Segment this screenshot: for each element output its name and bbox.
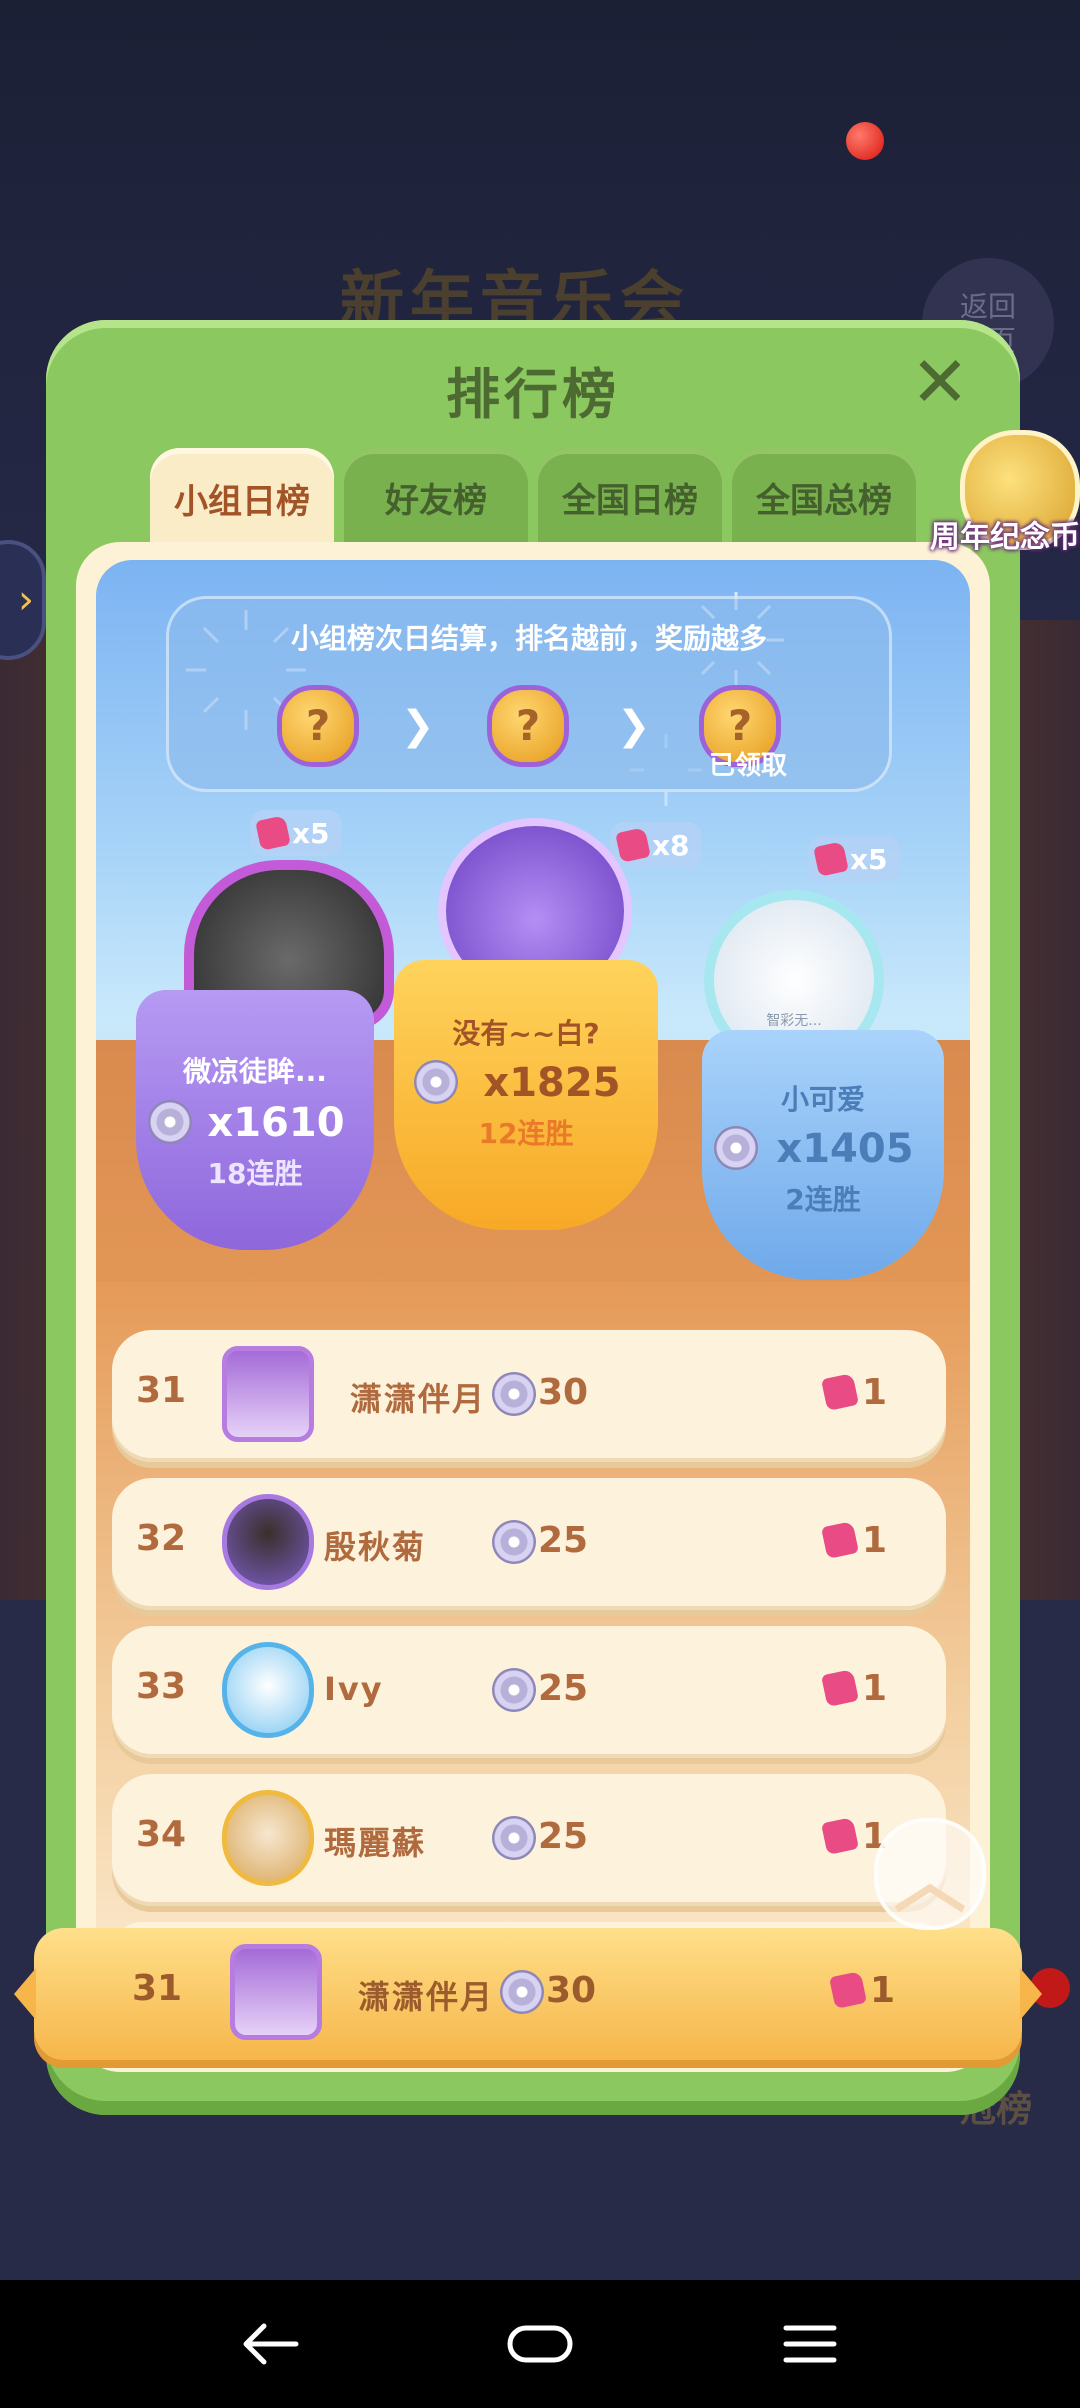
- gift-icon: [821, 1817, 859, 1855]
- home-button[interactable]: [480, 2300, 600, 2388]
- second-name: 微凉徒眸...: [183, 1055, 327, 1088]
- first-gift-bubble: x8: [610, 822, 702, 868]
- row-name: 瑪麗蘇: [324, 1824, 427, 1862]
- reward-chest-2-icon[interactable]: ?: [487, 685, 569, 767]
- gift-icon: [821, 1373, 859, 1411]
- my-rank-row[interactable]: 31 潇潇伴月 30 1: [14, 1928, 1042, 2060]
- arrow-right-icon: ❯: [401, 703, 435, 749]
- my-name: 潇潇伴月: [358, 1978, 495, 2016]
- second-gift-count: x5: [292, 816, 330, 850]
- ribbon-right: [1020, 1968, 1042, 2020]
- close-icon[interactable]: ✕: [908, 347, 972, 417]
- tab-group-daily[interactable]: 小组日榜: [150, 448, 334, 548]
- gift-icon: [255, 815, 291, 851]
- ribbon-left: [14, 1968, 36, 2020]
- first-score: x1825: [483, 1060, 621, 1106]
- first-name: 没有~~白?: [452, 1017, 600, 1050]
- my-score: 30: [546, 1970, 597, 2011]
- reward-chest-1-icon[interactable]: ?: [277, 685, 359, 767]
- menu-icon: [783, 2325, 837, 2363]
- first-streak: 12连胜: [478, 1117, 574, 1150]
- anniversary-coin-label: 周年纪念币: [930, 520, 1080, 555]
- third-score: x1405: [776, 1126, 914, 1172]
- arrow-right-icon: ❯: [617, 703, 651, 749]
- second-gift-bubble: x5: [250, 810, 342, 856]
- reward-claimed-label: 已领取: [709, 751, 788, 781]
- row-name: 殷秋菊: [324, 1528, 427, 1566]
- podium-scene: 小组榜次日结算，排名越前，奖励越多 ? ❯ ? ❯ ? 已领取 x5 微凉徒眸.…: [96, 560, 970, 1300]
- back-arrow-icon: [243, 2323, 299, 2365]
- third-streak: 2连胜: [785, 1183, 861, 1216]
- bg-left-arrow-icon: ›: [0, 540, 46, 660]
- third-gift-count: x5: [850, 842, 888, 876]
- third-name: 小可爱: [780, 1083, 865, 1116]
- row-rank: 34: [136, 1814, 187, 1855]
- reward-banner: 小组榜次日结算，排名越前，奖励越多 ? ❯ ? ❯ ? 已领取: [166, 596, 892, 792]
- row-rank: 32: [136, 1518, 187, 1559]
- list-item[interactable]: 31 潇潇伴月 30 1: [112, 1330, 946, 1462]
- row-score: 25: [538, 1816, 589, 1857]
- row-gift-count: 1: [862, 1520, 888, 1561]
- row-avatar[interactable]: [222, 1790, 314, 1886]
- gift-icon: [821, 1521, 859, 1559]
- list-item[interactable]: 32 殷秋菊 25 1: [112, 1478, 946, 1610]
- third-gift-bubble: x5: [808, 836, 900, 882]
- cd-icon: [500, 1970, 544, 2014]
- second-score: x1610: [207, 1100, 345, 1146]
- cd-icon: [492, 1668, 536, 1712]
- tab-friends[interactable]: 好友榜: [344, 448, 528, 546]
- system-nav-bar: [0, 2280, 1080, 2408]
- row-rank: 31: [136, 1370, 187, 1411]
- row-avatar[interactable]: [222, 1642, 314, 1738]
- tab-national-daily[interactable]: 全国日榜: [538, 448, 722, 546]
- home-icon: [507, 2325, 573, 2363]
- row-name: Ivy: [324, 1670, 384, 1708]
- reward-banner-text: 小组榜次日结算，排名越前，奖励越多: [290, 622, 767, 655]
- cd-icon: [492, 1372, 536, 1416]
- list-item[interactable]: 34 瑪麗蘇 25 1: [112, 1774, 946, 1906]
- recents-button[interactable]: [750, 2300, 870, 2388]
- list-item[interactable]: 33 Ivy 25 1: [112, 1626, 946, 1758]
- cd-icon: [492, 1816, 536, 1860]
- gift-icon: [813, 841, 849, 877]
- gift-icon: [615, 827, 651, 863]
- gift-icon: [829, 1971, 867, 2009]
- gift-icon: [821, 1669, 859, 1707]
- notification-dot: [846, 122, 884, 160]
- leaderboard-panel: 排行榜 ✕ 小组日榜 好友榜 全国日榜 全国总榜 小组榜次日结算，排名越前，奖励…: [46, 320, 1020, 2115]
- leaderboard-content: 小组榜次日结算，排名越前，奖励越多 ? ❯ ? ❯ ? 已领取 x5 微凉徒眸.…: [76, 542, 990, 2072]
- row-gift-count: 1: [862, 1668, 888, 1709]
- panel-title: 排行榜: [446, 363, 620, 426]
- cd-icon: [492, 1520, 536, 1564]
- row-score: 25: [538, 1520, 589, 1561]
- row-rank: 33: [136, 1666, 187, 1707]
- row-score: 30: [538, 1372, 589, 1413]
- scroll-to-top-button[interactable]: ︿: [874, 1818, 986, 1930]
- row-score: 25: [538, 1668, 589, 1709]
- my-avatar[interactable]: [230, 1944, 322, 2040]
- back-button[interactable]: [210, 2300, 330, 2388]
- my-gift-count: 1: [870, 1970, 896, 2011]
- third-avatar-text: 智彩无...: [766, 1013, 822, 1029]
- row-avatar[interactable]: [222, 1346, 314, 1442]
- chevron-up-icon: ︿: [893, 1838, 966, 1923]
- row-gift-count: 1: [862, 1372, 888, 1413]
- tab-national-total[interactable]: 全国总榜: [732, 448, 916, 546]
- row-name: 潇潇伴月: [350, 1380, 487, 1418]
- my-rank: 31: [132, 1968, 183, 2009]
- second-streak: 18连胜: [207, 1157, 303, 1190]
- first-gift-count: x8: [652, 828, 690, 862]
- row-avatar[interactable]: [222, 1494, 314, 1590]
